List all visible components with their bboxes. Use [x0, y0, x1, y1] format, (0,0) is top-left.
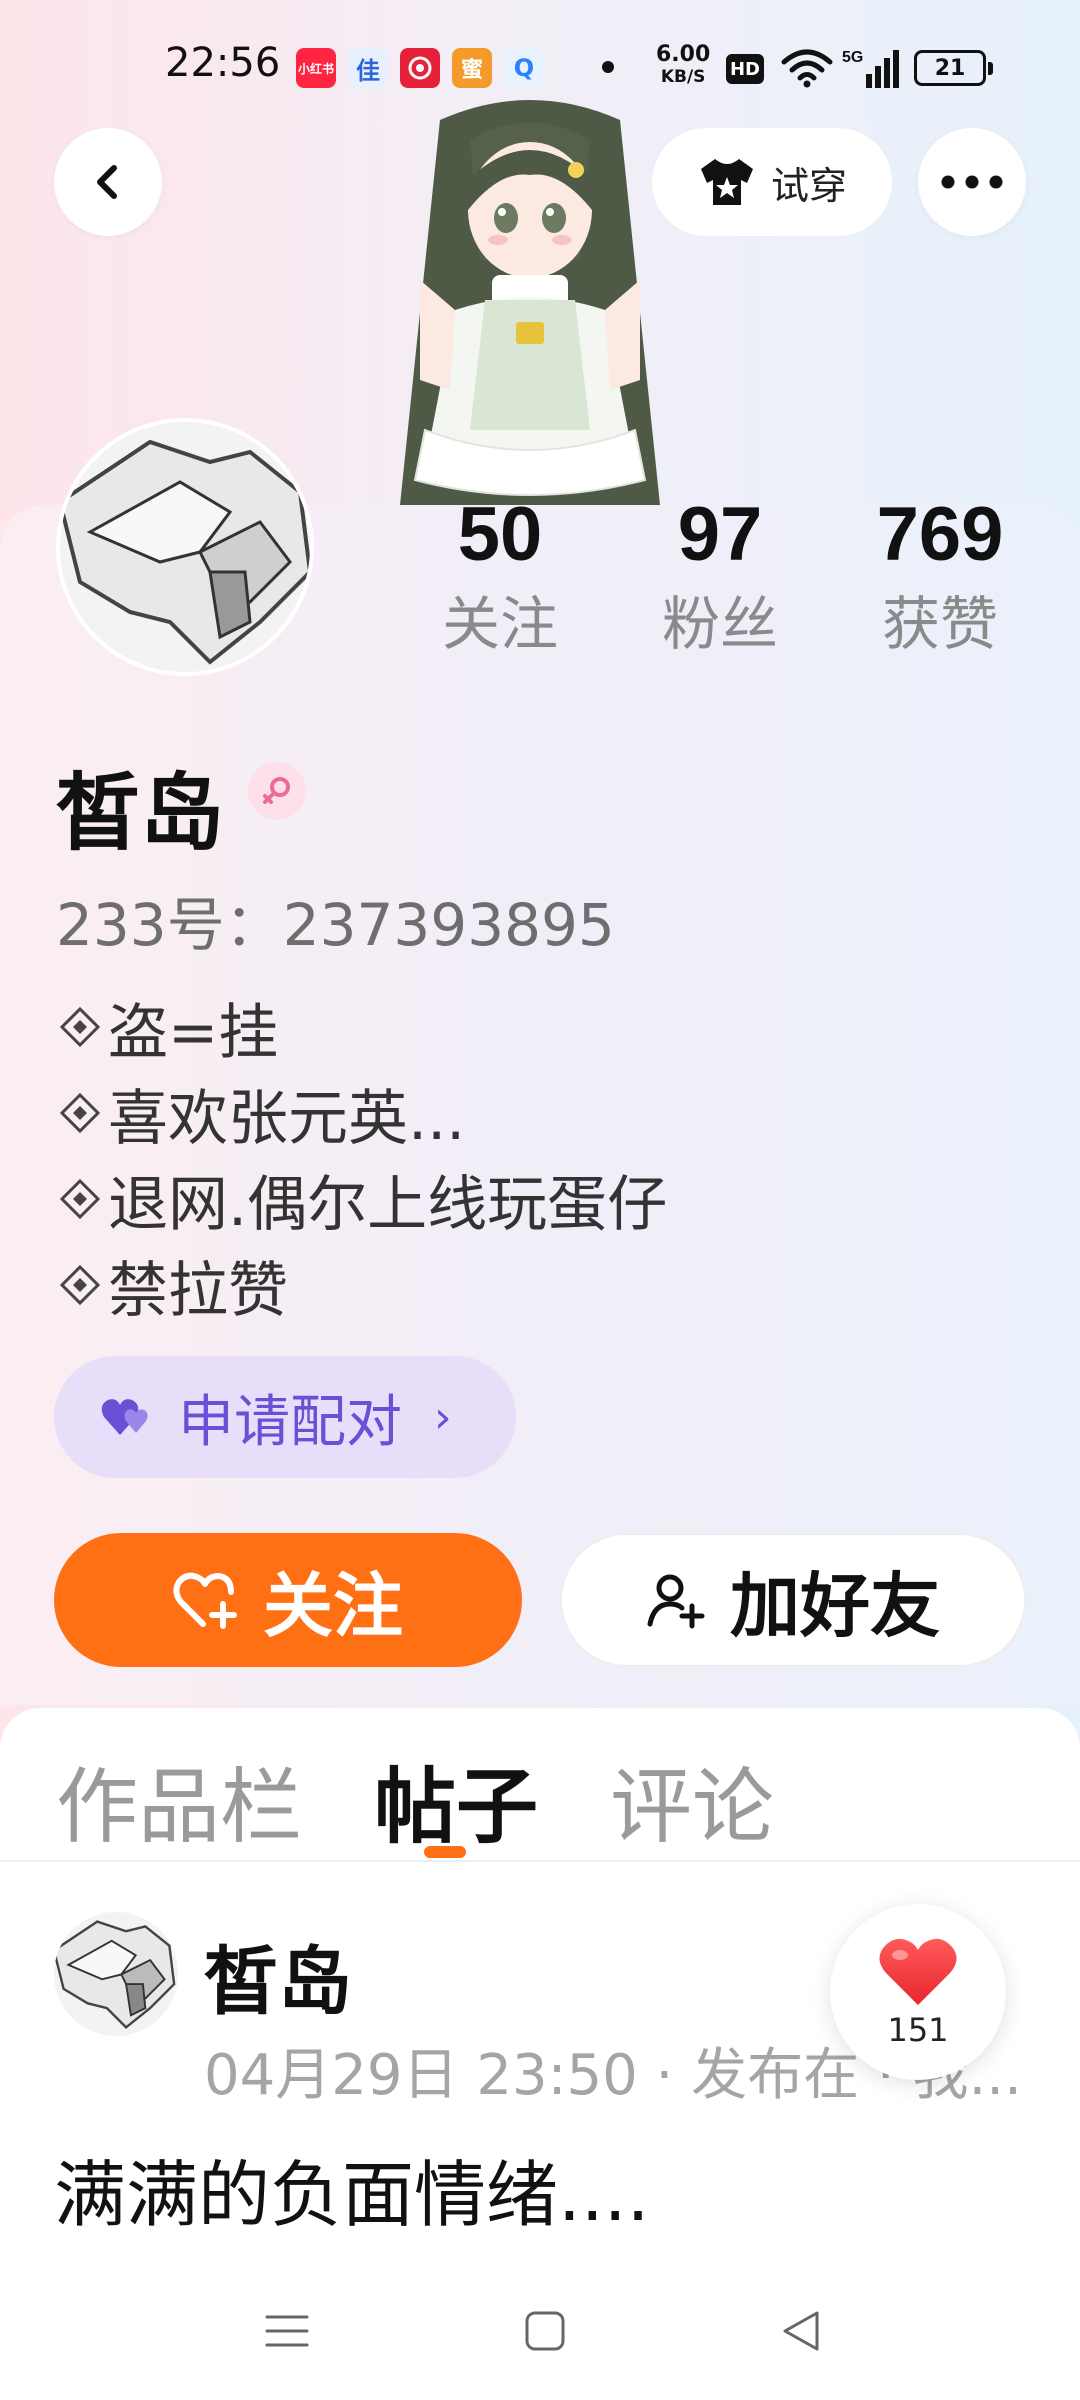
bio-line: 退网.偶尔上线玩蛋仔 — [56, 1156, 667, 1242]
avatar-image — [54, 1912, 178, 2036]
content-tabs: 作品栏 帖子 评论 — [56, 1740, 774, 1859]
signal-5g-label: 5G — [842, 49, 863, 66]
battery-icon: 21 — [914, 50, 993, 86]
tab-works[interactable]: 作品栏 — [56, 1740, 302, 1859]
tabs-divider — [0, 1860, 1080, 1862]
tab-comments[interactable]: 评论 — [610, 1740, 774, 1859]
add-friend-button[interactable]: 加好友 — [560, 1533, 1026, 1667]
net-speed-value: 6.00 — [656, 42, 711, 67]
more-options-button[interactable] — [918, 128, 1026, 236]
character-avatar-image — [400, 100, 660, 505]
follow-label: 关注 — [263, 1564, 403, 1647]
notification-icons: 小红书 佳 蜜 Q — [296, 48, 544, 88]
status-time: 22:56 — [165, 40, 281, 86]
bio-text: 禁拉赞 — [108, 1255, 288, 1326]
back-triangle-icon — [783, 2311, 819, 2351]
more-notifications-dot-icon — [602, 61, 614, 73]
avatar-image — [60, 422, 310, 672]
bio-line: 禁拉赞 — [56, 1242, 667, 1328]
request-pair-label: 申请配对 — [178, 1389, 402, 1455]
profile-name: 皙岛 — [56, 764, 225, 862]
profile-page: 22:56 小红书 佳 蜜 Q 6.00 KB/S HD 5G 21 试穿 50… — [0, 0, 1080, 2400]
like-button[interactable]: 151 — [830, 1904, 1006, 2080]
tshirt-icon — [700, 159, 753, 205]
follow-button[interactable]: 关注 — [54, 1533, 522, 1667]
diamond-bullet-icon — [59, 1006, 101, 1048]
stat-following-value: 50 — [457, 492, 543, 577]
stat-likes-label: 获赞 — [881, 590, 998, 658]
search-app-icon-label: Q — [513, 54, 535, 82]
chevron-left-icon — [97, 165, 117, 199]
gift-app-icon — [400, 48, 440, 88]
bio-text: 喜欢张元英... — [108, 1083, 466, 1154]
back-nav-button[interactable] — [766, 2296, 836, 2366]
post-text[interactable]: 满满的负面情绪.... — [54, 2136, 650, 2241]
stat-followers-value: 97 — [677, 492, 763, 577]
home-nav-button[interactable] — [510, 2296, 580, 2366]
add-friend-label: 加好友 — [730, 1564, 940, 1647]
profile-bio: 盗=挂 喜欢张元英... 退网.偶尔上线玩蛋仔 禁拉赞 — [56, 984, 667, 1328]
bio-text: 盗=挂 — [108, 997, 279, 1068]
back-button[interactable] — [54, 128, 162, 236]
double-heart-icon — [101, 1399, 148, 1435]
menu-icon — [265, 2315, 309, 2347]
heart-icon — [879, 1938, 957, 2005]
post-author-name[interactable]: 皙岛 — [204, 1922, 352, 2029]
female-gender-icon — [248, 762, 306, 820]
user-id: 233号：237393895 — [56, 891, 615, 959]
bio-line: 盗=挂 — [56, 984, 667, 1070]
net-speed: 6.00 KB/S — [656, 44, 710, 88]
shop-app-icon-label: 蜜 — [460, 58, 483, 83]
bio-line: 喜欢张元英... — [56, 1070, 667, 1156]
request-pair-button[interactable]: 申请配对 › — [54, 1356, 516, 1478]
stat-likes-value: 769 — [876, 492, 1004, 577]
stat-likes[interactable]: 769 获赞 — [840, 490, 1040, 664]
xiaohongshu-icon-label: 小红书 — [297, 61, 334, 76]
bio-text: 退网.偶尔上线玩蛋仔 — [108, 1169, 668, 1240]
shop-app-icon: 蜜 — [452, 48, 492, 88]
diamond-bullet-icon — [59, 1092, 101, 1134]
more-dots-icon — [941, 175, 1003, 189]
search-app-icon: Q — [504, 48, 544, 88]
jia-icon: 佳 — [348, 48, 388, 88]
heart-plus-icon — [173, 1572, 237, 1629]
home-square-icon — [525, 2311, 565, 2351]
system-nav-bar — [0, 2260, 1080, 2400]
profile-stats: 50 关注 97 粉丝 769 获赞 — [400, 490, 1040, 664]
add-user-icon — [647, 1574, 705, 1629]
post-author-avatar[interactable] — [54, 1912, 178, 2036]
chevron-right-icon: › — [434, 1391, 452, 1443]
hd-icon: HD — [726, 54, 764, 84]
jia-icon-label: 佳 — [356, 56, 380, 85]
diamond-bullet-icon — [59, 1264, 101, 1306]
stat-following-label: 关注 — [441, 590, 558, 658]
stat-following[interactable]: 50 关注 — [400, 490, 600, 664]
xiaohongshu-icon: 小红书 — [296, 48, 336, 88]
signal-icon: 5G — [842, 49, 899, 88]
like-count: 151 — [887, 2011, 949, 2049]
tab-posts[interactable]: 帖子 — [374, 1740, 538, 1859]
battery-level: 21 — [934, 55, 966, 81]
net-speed-unit: KB/S — [660, 67, 706, 87]
diamond-bullet-icon — [59, 1178, 101, 1220]
stat-followers[interactable]: 97 粉丝 — [620, 490, 820, 664]
active-tab-indicator — [424, 1846, 466, 1858]
stat-followers-label: 粉丝 — [661, 590, 778, 658]
menu-nav-button[interactable] — [252, 2296, 322, 2366]
wifi-icon — [781, 49, 833, 88]
try-on-button[interactable]: 试穿 — [652, 128, 892, 236]
profile-avatar[interactable] — [56, 418, 314, 676]
try-on-label: 试穿 — [770, 163, 847, 208]
